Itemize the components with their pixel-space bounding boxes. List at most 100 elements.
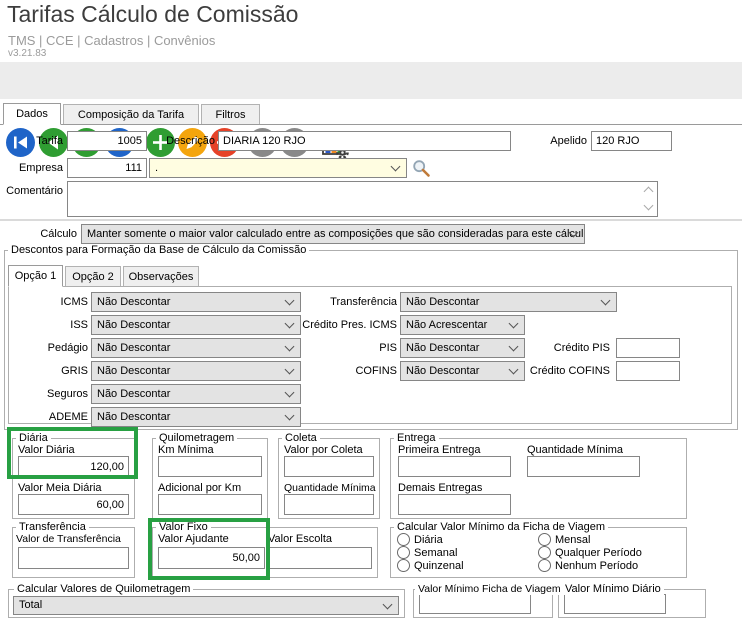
radio-quinzenal[interactable]: Quinzenal [397, 559, 464, 572]
empresa-code-input[interactable] [67, 158, 147, 178]
search-icon[interactable] [412, 159, 431, 178]
min-diario-legend: Valor Mínimo Diário [562, 583, 664, 595]
transferencia-select-value: Não Descontar [406, 296, 479, 308]
valor-meia-diaria-input[interactable] [18, 494, 129, 515]
transferencia-select[interactable]: Não Descontar [400, 292, 617, 312]
seguros-select-value: Não Descontar [97, 388, 170, 400]
gris-label: GRIS [10, 365, 88, 378]
gris-select[interactable]: Não Descontar [91, 361, 301, 381]
descricao-input[interactable] [218, 131, 511, 151]
credito-pres-icms-select[interactable]: Não Acrescentar [400, 315, 525, 335]
page-title: Tarifas Cálculo de Comissão [7, 1, 298, 28]
icms-label: ICMS [10, 296, 88, 309]
calc-km-legend: Calcular Valores de Quilometragem [14, 583, 193, 595]
empresa-combo-value: . [155, 162, 158, 174]
valor-de-transferencia-label: Valor de Transferência [16, 533, 121, 546]
ademe-select-value: Não Descontar [97, 411, 170, 423]
min-ficha-input[interactable] [419, 594, 531, 614]
valor-ajudante-label: Valor Ajudante [158, 533, 229, 546]
calculo-select-value: Manter somente o maior valor calculado e… [87, 228, 585, 240]
tab-opcao-2[interactable]: Opção 2 [65, 266, 121, 287]
valor-por-coleta-input[interactable] [284, 456, 374, 477]
apelido-label: Apelido [537, 135, 587, 148]
tab-observacoes[interactable]: Observações [123, 266, 199, 287]
icms-select-value: Não Descontar [97, 296, 170, 308]
calculo-select[interactable]: Manter somente o maior valor calculado e… [81, 224, 585, 244]
pis-select-value: Não Descontar [406, 342, 479, 354]
valor-escolta-label: Valor Escolta [268, 533, 332, 546]
radio-nenhum-periodo[interactable]: Nenhum Período [538, 559, 638, 572]
credito-cofins-input[interactable] [616, 361, 680, 381]
radio-circle-icon [397, 559, 410, 572]
iss-select-value: Não Descontar [97, 319, 170, 331]
comentario-textarea[interactable] [67, 181, 658, 217]
chevron-down-icon [601, 296, 611, 306]
chevron-down-icon [391, 162, 401, 172]
valor-fixo-legend: Valor Fixo [156, 521, 211, 533]
breadcrumb: TMS | CCE | Cadastros | Convênios [8, 33, 215, 48]
tab-opcao-1[interactable]: Opção 1 [8, 265, 63, 287]
ademe-select[interactable]: Não Descontar [91, 407, 301, 427]
valor-ajudante-input[interactable] [158, 547, 265, 569]
diaria-legend: Diária [16, 432, 51, 444]
iss-select[interactable]: Não Descontar [91, 315, 301, 335]
seguros-label: Seguros [10, 388, 88, 401]
radio-circle-icon [538, 533, 551, 546]
icms-select[interactable]: Não Descontar [91, 292, 301, 312]
coleta-quantidade-minima-input[interactable] [284, 494, 374, 515]
valor-escolta-input[interactable] [268, 547, 372, 569]
demais-entregas-input[interactable] [398, 494, 511, 515]
scroll-up-icon[interactable] [644, 187, 654, 197]
radio-qualquer-periodo-label: Qualquer Período [555, 547, 642, 559]
pedagio-select[interactable]: Não Descontar [91, 338, 301, 358]
credito-pres-icms-label: Crédito Pres. ICMS [290, 319, 397, 332]
pis-label: PIS [290, 342, 397, 355]
pedagio-label: Pedágio [10, 342, 88, 355]
radio-circle-icon [397, 546, 410, 559]
credito-cofins-label: Crédito COFINS [505, 365, 610, 378]
credito-pis-input[interactable] [616, 338, 680, 358]
calc-km-select-value: Total [19, 599, 42, 611]
valor-de-transferencia-input[interactable] [18, 547, 129, 569]
radio-semanal[interactable]: Semanal [397, 546, 457, 559]
entrega-quantidade-minima-input[interactable] [527, 456, 640, 477]
pedagio-select-value: Não Descontar [97, 342, 170, 354]
empresa-label: Empresa [0, 162, 63, 175]
cofins-select-value: Não Descontar [406, 365, 479, 377]
tarifas-calculo-comissao-window: Tarifas Cálculo de Comissão TMS | CCE | … [0, 0, 742, 621]
descontos-legend: Descontos para Formação da Base de Cálcu… [8, 244, 309, 256]
tab-dados[interactable]: Dados [3, 103, 61, 125]
version-label: v3.21.83 [8, 48, 46, 59]
calculo-label: Cálculo [0, 228, 77, 241]
adicional-por-km-input[interactable] [158, 494, 262, 515]
radio-mensal-label: Mensal [555, 534, 590, 546]
primeira-entrega-input[interactable] [398, 456, 511, 477]
chevron-down-icon [285, 411, 295, 421]
radio-qualquer-periodo[interactable]: Qualquer Período [538, 546, 642, 559]
credito-pres-icms-select-value: Não Acrescentar [406, 319, 487, 331]
iss-label: ISS [10, 319, 88, 332]
chevron-down-icon [509, 319, 519, 329]
radio-diaria-label: Diária [414, 534, 443, 546]
scroll-down-icon[interactable] [644, 201, 654, 211]
valor-diaria-input[interactable] [18, 456, 129, 477]
tab-composicao-da-tarifa[interactable]: Composição da Tarifa [63, 104, 199, 125]
tab-filtros[interactable]: Filtros [201, 104, 260, 125]
seguros-select[interactable]: Não Descontar [91, 384, 301, 404]
radio-quinzenal-label: Quinzenal [414, 560, 464, 572]
coleta-legend: Coleta [282, 432, 320, 444]
ficha-viagem-legend: Calcular Valor Mínimo da Ficha de Viagem [394, 521, 608, 533]
radio-diaria[interactable]: Diária [397, 533, 443, 546]
empresa-combo[interactable]: . [149, 158, 407, 178]
radio-mensal[interactable]: Mensal [538, 533, 590, 546]
ademe-label: ADEME [10, 411, 88, 424]
km-minima-input[interactable] [158, 456, 262, 477]
chevron-down-icon [383, 599, 393, 609]
calc-km-select[interactable]: Total [13, 596, 399, 615]
toolbar [0, 62, 742, 99]
min-diario-input[interactable] [564, 594, 666, 614]
divider [0, 219, 742, 221]
apelido-input[interactable] [591, 131, 672, 151]
cofins-label: COFINS [290, 365, 397, 378]
tarifa-input[interactable] [67, 131, 147, 151]
